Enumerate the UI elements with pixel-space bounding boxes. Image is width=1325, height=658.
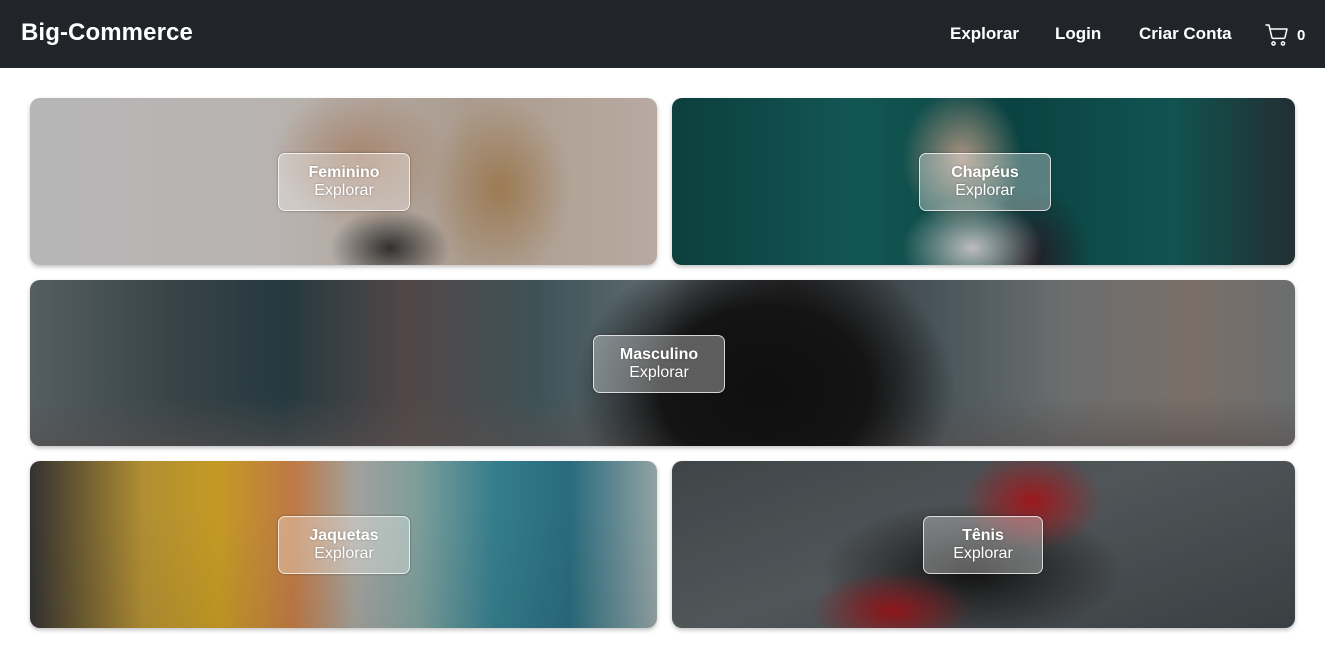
category-card-jaquetas[interactable]: Jaquetas Explorar: [30, 461, 657, 628]
category-label-jaquetas: Jaquetas Explorar: [278, 516, 410, 574]
nav-link-criar-conta[interactable]: Criar Conta: [1139, 24, 1232, 44]
category-title: Feminino: [308, 164, 380, 181]
navbar: Big-Commerce Explorar Login Criar Conta …: [0, 0, 1325, 68]
category-label-feminino: Feminino Explorar: [278, 153, 410, 211]
category-label-chapeus: Chapéus Explorar: [919, 153, 1051, 211]
category-label-tenis: Tênis Explorar: [923, 516, 1043, 574]
category-card-feminino[interactable]: Feminino Explorar: [30, 98, 657, 265]
category-explore-text: Explorar: [314, 545, 374, 562]
cart-button[interactable]: 0: [1265, 22, 1305, 48]
category-explore-text: Explorar: [314, 182, 374, 199]
category-card-tenis[interactable]: Tênis Explorar: [672, 461, 1295, 628]
category-explore-text: Explorar: [953, 545, 1013, 562]
brand-logo[interactable]: Big-Commerce: [21, 19, 193, 47]
category-title: Jaquetas: [309, 527, 379, 544]
category-card-chapeus[interactable]: Chapéus Explorar: [672, 98, 1295, 265]
nav-link-login[interactable]: Login: [1055, 24, 1101, 44]
nav-link-explorar[interactable]: Explorar: [950, 24, 1019, 44]
category-label-masculino: Masculino Explorar: [593, 335, 725, 393]
category-explore-text: Explorar: [955, 182, 1015, 199]
cart-icon: [1265, 23, 1289, 47]
category-title: Masculino: [619, 346, 699, 363]
category-card-masculino[interactable]: Masculino Explorar: [30, 280, 1295, 446]
category-title: Chapéus: [951, 164, 1019, 181]
cart-count: 0: [1297, 26, 1306, 44]
category-title: Tênis: [962, 527, 1004, 544]
category-explore-text: Explorar: [629, 364, 689, 381]
